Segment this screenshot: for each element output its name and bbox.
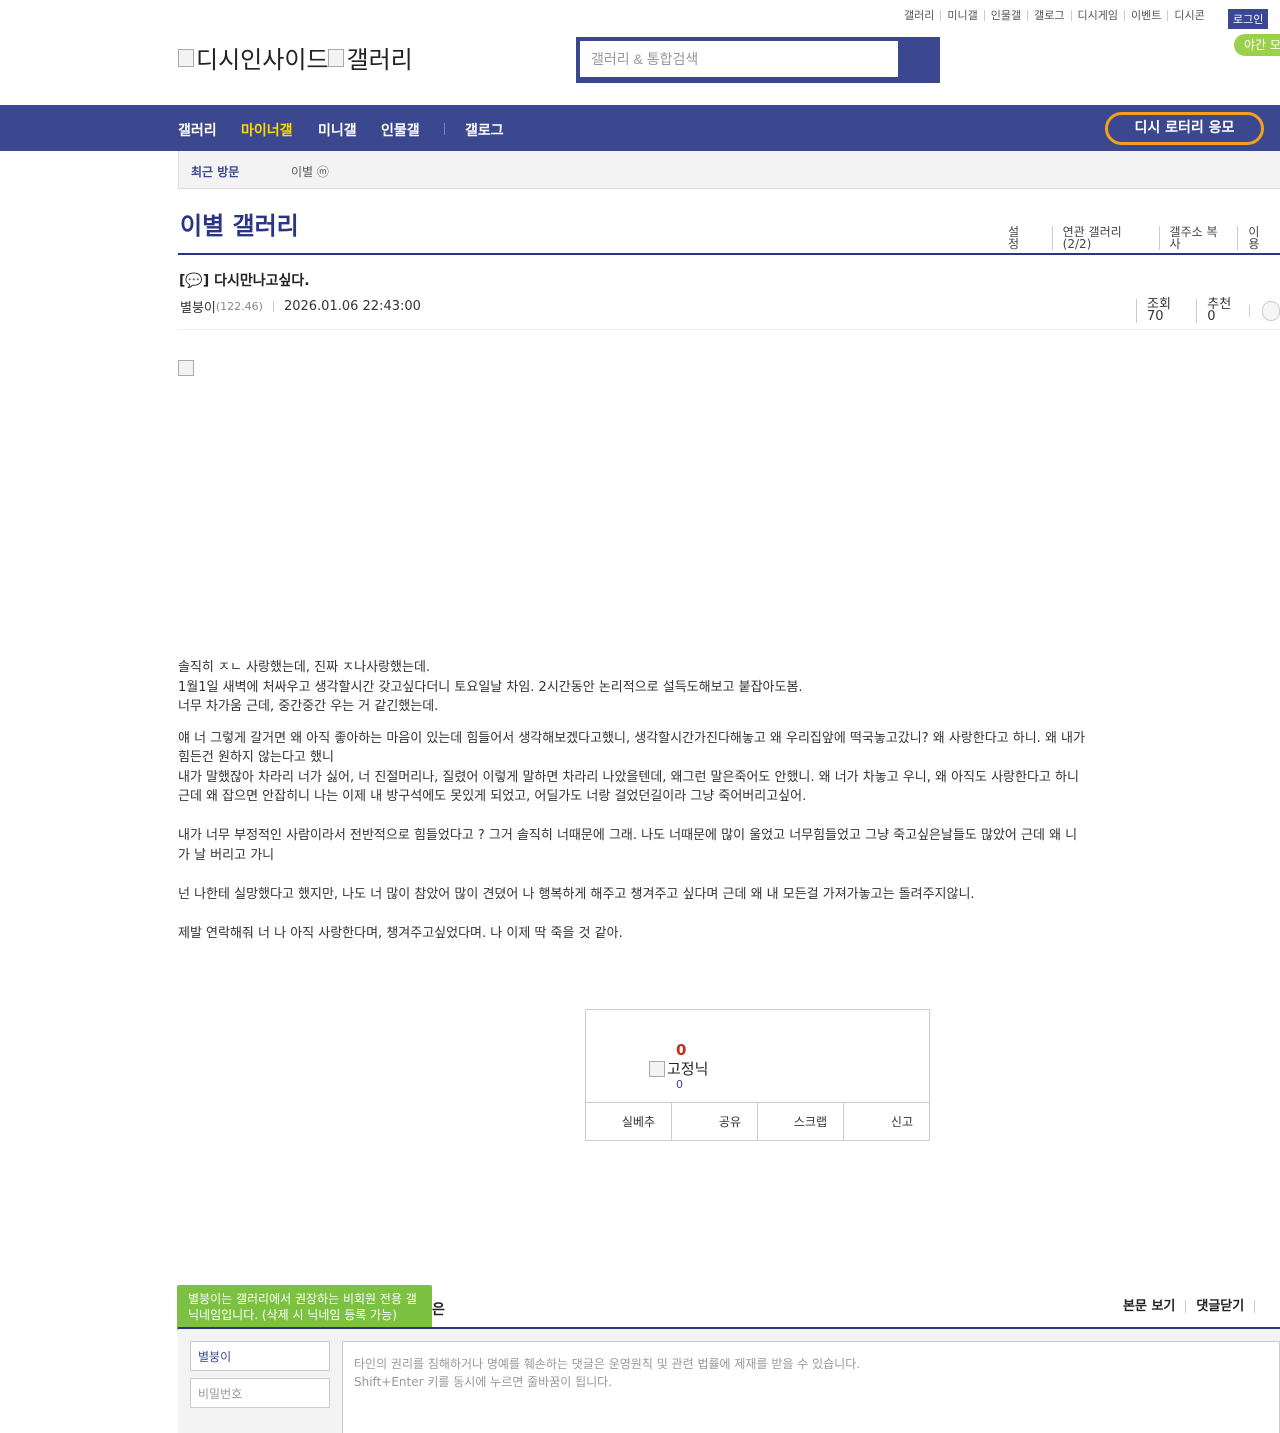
recent-visit-bar: 최근 방문 이별 ⓜ (178, 151, 1280, 189)
gallery-menu: 설정 연관 갤러리(2/2) 갤주소 복사 이용 (1008, 226, 1280, 250)
comment-menu-extra[interactable] (1254, 1300, 1265, 1313)
lottery-button[interactable]: 디시 로터리 응모 (1105, 112, 1264, 145)
recommend-box: 0 고정닉 0 실베추 공유 스크랩 신고 (585, 1009, 930, 1141)
post-image-broken-icon (178, 360, 194, 376)
nav-divider (444, 123, 445, 135)
content-line: 솔직히 ㅈㄴ 사랑했는데, 진짜 ㅈ나사랑했는데. (178, 660, 431, 675)
util-link-gallery[interactable]: 갤러리 (904, 10, 940, 21)
post-stats: 조회 70 추천 0 (1136, 298, 1280, 323)
more-button[interactable] (1262, 301, 1280, 321)
broken-image-icon (328, 48, 345, 67)
scrap-button[interactable]: 스크랩 (757, 1103, 843, 1141)
post-info: 별붕이 (122.46) 2026.01.06 22:43:00 (180, 297, 421, 316)
search-icon (900, 41, 936, 79)
copy-gallery-address-link[interactable]: 갤주소 복사 (1158, 226, 1238, 250)
util-link-gallog[interactable]: 갤로그 (1027, 10, 1070, 21)
post-title: [💬] 다시만나고싶다. (179, 273, 310, 289)
recommend-actions: 실베추 공유 스크랩 신고 (586, 1102, 929, 1141)
nickname-tooltip: 별붕이는 갤러리에서 권장하는 비회원 전용 갤닉네임입니다. (삭제 시 닉네… (177, 1285, 432, 1339)
logo-main: 디시인사이드 (196, 46, 329, 74)
content-line: 내가 너무 부정적인 사람이라서 전반적으로 힘들었다고 ? 그거 솔직히 너때… (178, 828, 1078, 863)
search-button[interactable] (900, 41, 936, 79)
comment-title-tail: 은 (432, 1302, 445, 1318)
usage-link[interactable]: 이용 (1237, 226, 1280, 250)
util-link-game[interactable]: 디시게임 (1070, 10, 1124, 21)
broken-image-icon (178, 48, 194, 67)
info-divider (272, 301, 274, 312)
content-line: 넌 나한테 실망했다고 했지만, 나도 너 많이 참았어 많이 견뎠어 나 행복… (178, 886, 975, 902)
util-link-dccon[interactable]: 디시콘 (1167, 10, 1210, 21)
search-input[interactable] (580, 41, 898, 77)
post-content: 솔직히 ㅈㄴ 사랑했는데, 진짜 ㅈ나사랑했는데. 1월1일 새벽에 처싸우고 … (178, 658, 1088, 943)
best-recommend-button[interactable]: 실베추 (586, 1103, 671, 1141)
post-recommends: 추천 0 (1196, 298, 1249, 323)
post-date: 2026.01.06 22:43:00 (283, 299, 421, 314)
night-mode-toggle[interactable]: 야간 모 (1234, 34, 1280, 56)
password-field[interactable]: 비밀번호 (190, 1378, 330, 1408)
nav-item-mini[interactable]: 미니갤 (318, 120, 357, 140)
content-line: 내가 말했잖아 차라리 너가 싫어, 너 진절머리나, 질렸어 이렇게 말하면 … (178, 769, 1079, 805)
utility-links: 갤러리 미니갤 인물갤 갤로그 디시게임 이벤트 디시콘 (904, 10, 1211, 21)
nav-item-gallog[interactable]: 갤로그 (465, 120, 504, 140)
comment-textarea[interactable]: 타인의 권리를 침해하거나 명예를 훼손하는 댓글은 운영원칙 및 관련 법률에… (342, 1341, 1280, 1433)
content-line: 너무 차가움 근데, 중간중간 우는 거 같긴했는데. (178, 699, 439, 714)
fixed-nick-label: 고정닉 (667, 1060, 709, 1078)
gallery-title-divider (178, 253, 1280, 255)
report-button[interactable]: 신고 (843, 1103, 929, 1141)
util-link-person[interactable]: 인물갤 (983, 10, 1027, 21)
recent-visit-title[interactable]: 최근 방문 (191, 163, 239, 180)
site-logo[interactable]: 디시인사이드 갤러리 (178, 40, 413, 75)
util-link-mini[interactable]: 미니갤 (940, 10, 983, 21)
broken-image-icon (649, 1060, 665, 1077)
recent-gallery-link[interactable]: 이별 ⓜ (291, 163, 329, 180)
login-button[interactable]: 로그인 (1228, 9, 1269, 29)
main-nav: 갤러리 마이너갤 미니갤 인물갤 갤로그 디시 로터리 응모 (0, 105, 1280, 151)
comment-placeholder-line2: Shift+Enter 키를 동시에 누르면 줄바꿈이 됩니다. (354, 1375, 613, 1389)
gallery-title[interactable]: 이별 갤러리 (180, 206, 299, 241)
logo-sub: 갤러리 (346, 46, 413, 74)
nav-item-minor[interactable]: 마이너갤 (241, 120, 293, 140)
fixed-nick-recommend[interactable]: 고정닉 (649, 1058, 708, 1079)
util-link-event[interactable]: 이벤트 (1123, 10, 1167, 21)
comment-form: 별붕이 비밀번호 타인의 권리를 침해하거나 명예를 훼손하는 댓글은 운영원칙… (178, 1329, 1280, 1433)
close-comments-link[interactable]: 댓글닫기 (1185, 1300, 1254, 1313)
stat-divider (1249, 305, 1251, 317)
nav-item-gallery[interactable]: 갤러리 (178, 120, 217, 140)
comment-placeholder-line1: 타인의 권리를 침해하거나 명예를 훼손하는 댓글은 운영원칙 및 관련 법률에… (354, 1357, 861, 1371)
recommend-count[interactable]: 0 (676, 1041, 686, 1059)
post-author[interactable]: 별붕이 (180, 297, 216, 316)
content-line: 1월1일 새벽에 처싸우고 생각할시간 갖고싶다더니 토요일날 차임. 2시간동… (178, 679, 803, 695)
post-views: 조회 70 (1136, 298, 1196, 323)
nav-item-person[interactable]: 인물갤 (381, 120, 420, 140)
search-box (576, 37, 940, 83)
nickname-field[interactable]: 별붕이 (190, 1341, 330, 1371)
content-line: 얘 너 그렇게 갈거면 왜 아직 좋아하는 마음이 있는데 힘들어서 생각해보겠… (178, 730, 1085, 766)
view-post-link[interactable]: 본문 보기 (1123, 1300, 1185, 1313)
post-ip: (122.46) (215, 300, 263, 313)
fixed-nick-count: 0 (676, 1078, 683, 1091)
comment-menu: 본문 보기 댓글닫기 (1123, 1300, 1265, 1313)
gallery-settings-link[interactable]: 설정 (1008, 226, 1052, 250)
content-line: 제발 연락해줘 너 나 아직 사랑한다며, 챙겨주고싶었다며. 나 이제 딱 죽… (178, 925, 623, 941)
share-button[interactable]: 공유 (671, 1103, 757, 1141)
related-gallery-link[interactable]: 연관 갤러리(2/2) (1051, 226, 1159, 250)
post-header-divider (178, 329, 1280, 330)
